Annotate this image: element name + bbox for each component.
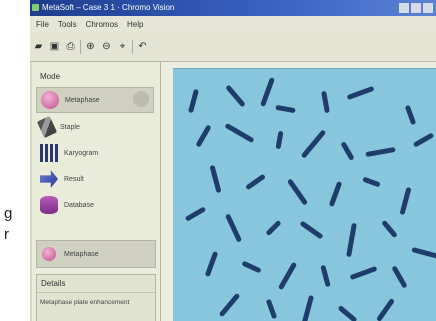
chromosome [412, 132, 435, 148]
chromosome [195, 124, 212, 148]
close-icon[interactable] [423, 3, 433, 13]
chromosome [328, 180, 343, 208]
metaphase-icon [42, 247, 56, 261]
mode-item-karyogram[interactable]: Karyogram [36, 141, 156, 165]
chromosome [381, 219, 398, 239]
mode-label: Staple [60, 123, 80, 131]
chromosome [349, 265, 378, 281]
background-text-r: r [4, 226, 9, 243]
zoom-out-icon[interactable]: ⊖ [100, 40, 113, 53]
chromosome [300, 129, 327, 159]
sidebar: Mode Metaphase Staple Karyogram Result D… [32, 62, 161, 321]
menu-file[interactable]: File [36, 20, 49, 29]
chromosome [340, 141, 355, 161]
chromosome [391, 265, 408, 289]
toolbar-separator [80, 39, 81, 54]
mode-item-result[interactable]: Result [36, 167, 156, 191]
chromosome [275, 104, 296, 114]
mode-label: Karyogram [64, 149, 99, 157]
app-window: MetaSoft – Case 3 1 · Chromo Vision File… [30, 0, 436, 321]
measure-icon[interactable]: ⌖ [116, 40, 129, 53]
chromosome [260, 77, 275, 107]
background-text-g: g [4, 205, 13, 222]
chromosome [300, 294, 315, 321]
menu-tools[interactable]: Tools [58, 20, 77, 29]
details-text: Metaphase plate enhancement [40, 299, 130, 306]
chromosome [265, 219, 282, 237]
toolbar-separator [132, 39, 133, 54]
chromosome [362, 176, 381, 188]
image-viewer [161, 62, 436, 321]
zoom-in-icon[interactable]: ⊕ [84, 40, 97, 53]
mode-label: Metaphase [65, 96, 100, 104]
mode-item-metaphase[interactable]: Metaphase [36, 87, 154, 113]
details-header: Details [37, 275, 155, 293]
chromosome [375, 297, 396, 321]
chromosome [265, 298, 278, 320]
maximize-icon[interactable] [411, 3, 421, 13]
chromosome [299, 220, 324, 240]
chromosome [337, 305, 358, 321]
mode-label: Database [64, 201, 94, 209]
active-mode-label: Metaphase [64, 250, 99, 258]
app-icon [32, 4, 39, 11]
menu-bar: File Tools Chromos Help [30, 16, 436, 32]
chromosome [204, 250, 219, 278]
open-icon[interactable]: ▰ [32, 40, 45, 53]
karyogram-icon [40, 144, 58, 162]
chromosome [241, 260, 262, 274]
chromosome [277, 261, 298, 291]
mode-item-database[interactable]: Database [36, 193, 156, 217]
menu-help[interactable]: Help [127, 20, 143, 29]
save-icon[interactable]: ▣ [48, 40, 61, 53]
window-title: MetaSoft – Case 3 1 · Chromo Vision [42, 3, 175, 12]
chromosome [275, 130, 284, 150]
print-icon[interactable]: ⎙ [64, 40, 77, 53]
window-controls [399, 3, 433, 13]
mode-header: Mode [40, 72, 61, 81]
chromosome [225, 84, 246, 108]
metaphase-image[interactable] [173, 68, 436, 321]
chromosome [346, 85, 375, 101]
title-bar: MetaSoft – Case 3 1 · Chromo Vision [30, 0, 436, 16]
active-mode-button[interactable]: Metaphase [36, 240, 156, 268]
staple-icon [36, 115, 58, 139]
chromosome [399, 186, 412, 216]
chromosome [184, 206, 207, 222]
chromosome [320, 264, 331, 288]
menu-chromos[interactable]: Chromos [86, 20, 118, 29]
chromosome [321, 90, 330, 114]
arrow-icon[interactable]: ↶ [136, 40, 149, 53]
chromosome [245, 173, 266, 191]
chromosome [187, 88, 200, 114]
mode-item-staple[interactable]: Staple [36, 115, 156, 139]
metaphase-icon [41, 91, 59, 109]
chromosome [365, 146, 396, 158]
chromosome [209, 164, 222, 194]
chromosome [411, 246, 436, 260]
chromosome [218, 292, 241, 318]
chromosome [224, 213, 243, 243]
toolbar: ▰ ▣ ⎙ ⊕ ⊖ ⌖ ↶ [30, 32, 436, 62]
chromosome [404, 104, 417, 126]
details-panel: Details Metaphase plate enhancement [36, 274, 156, 321]
chromosome [346, 222, 357, 258]
options-icon[interactable] [133, 91, 149, 107]
minimize-icon[interactable] [399, 3, 409, 13]
result-icon [40, 170, 58, 188]
chromosome [224, 122, 255, 144]
chromosome [286, 178, 309, 206]
mode-label: Result [64, 175, 84, 183]
database-icon [40, 196, 58, 214]
